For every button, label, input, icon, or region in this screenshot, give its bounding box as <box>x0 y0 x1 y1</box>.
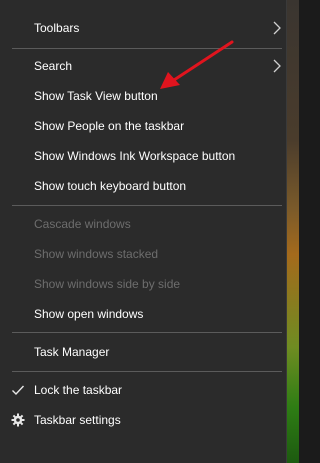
checkmark-icon <box>12 385 25 396</box>
menu-item-label: Toolbars <box>34 21 80 35</box>
menu-item-show-people[interactable]: Show People on the taskbar <box>0 111 287 141</box>
desktop-background <box>287 0 299 463</box>
menu-item-label: Show People on the taskbar <box>34 119 185 133</box>
menu-item-label: Show Task View button <box>34 89 158 103</box>
menu-item-show-windows-stacked: Show windows stacked <box>0 239 287 269</box>
menu-item-label: Search <box>34 59 73 73</box>
menu-separator <box>12 48 282 49</box>
menu-item-label: Cascade windows <box>34 217 131 231</box>
menu-item-cascade-windows: Cascade windows <box>0 209 287 239</box>
chevron-right-icon <box>273 21 281 35</box>
menu-item-task-manager[interactable]: Task Manager <box>0 337 287 367</box>
menu-item-show-open-windows[interactable]: Show open windows <box>0 299 287 329</box>
menu-item-show-touch-keyboard[interactable]: Show touch keyboard button <box>0 171 287 201</box>
menu-item-show-windows-side-by-side: Show windows side by side <box>0 269 287 299</box>
menu-item-lock-taskbar[interactable]: Lock the taskbar <box>0 375 287 405</box>
menu-item-show-task-view-button[interactable]: Show Task View button <box>0 81 287 111</box>
menu-item-label: Lock the taskbar <box>34 383 123 397</box>
menu-item-label: Show open windows <box>34 307 144 321</box>
menu-item-label: Show windows stacked <box>34 247 159 261</box>
menu-separator <box>12 371 282 372</box>
menu-item-toolbars[interactable]: Toolbars <box>0 13 287 43</box>
menu-item-show-windows-ink[interactable]: Show Windows Ink Workspace button <box>0 141 287 171</box>
menu-item-label: Show Windows Ink Workspace button <box>34 149 236 163</box>
menu-item-label: Show windows side by side <box>34 277 181 291</box>
menu-item-search[interactable]: Search <box>0 51 287 81</box>
menu-item-label: Show touch keyboard button <box>34 179 187 193</box>
menu-item-label: Taskbar settings <box>34 413 121 427</box>
gear-icon <box>11 413 25 427</box>
menu-item-label: Task Manager <box>34 345 110 359</box>
chevron-right-icon <box>273 59 281 73</box>
menu-item-taskbar-settings[interactable]: Taskbar settings <box>0 405 287 435</box>
menu-separator <box>12 332 282 333</box>
menu-separator <box>12 205 282 206</box>
taskbar-context-menu: Toolbars Search Show Task View button Sh… <box>0 0 287 463</box>
